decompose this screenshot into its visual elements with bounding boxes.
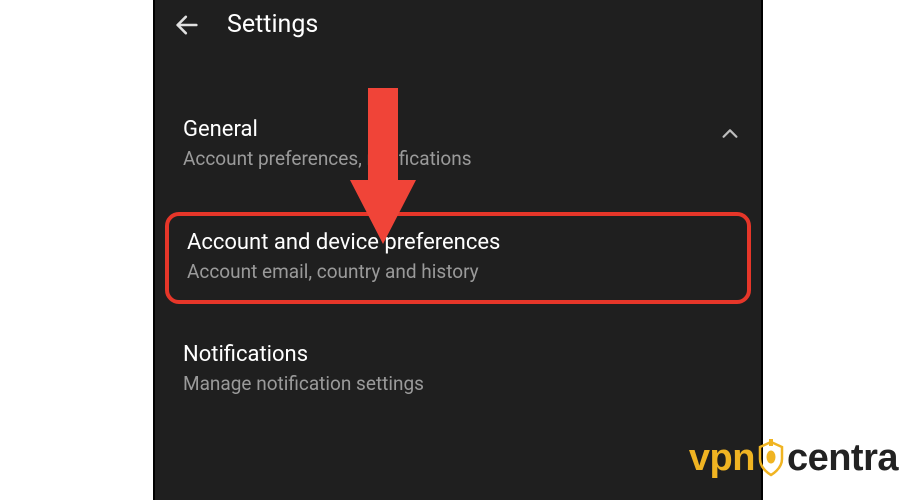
general-title: General xyxy=(183,117,737,142)
header-bar: Settings xyxy=(155,0,761,53)
account-subtitle: Account email, country and history xyxy=(187,259,731,285)
watermark-text-centra: centra xyxy=(787,437,898,480)
page-title: Settings xyxy=(227,10,318,39)
notifications-subtitle: Manage notification settings xyxy=(183,371,737,397)
settings-item-account-preferences[interactable]: Account and device preferences Account e… xyxy=(165,212,751,305)
settings-item-general[interactable]: General Account preferences, notificatio… xyxy=(155,101,761,190)
chevron-up-icon xyxy=(719,123,741,145)
notifications-title: Notifications xyxy=(183,342,737,367)
back-arrow-icon[interactable] xyxy=(173,11,201,39)
general-subtitle: Account preferences, notifications xyxy=(183,146,737,172)
settings-item-notifications[interactable]: Notifications Manage notification settin… xyxy=(155,326,761,415)
account-title: Account and device preferences xyxy=(187,230,731,255)
settings-screen: Settings General Account preferences, no… xyxy=(153,0,763,500)
